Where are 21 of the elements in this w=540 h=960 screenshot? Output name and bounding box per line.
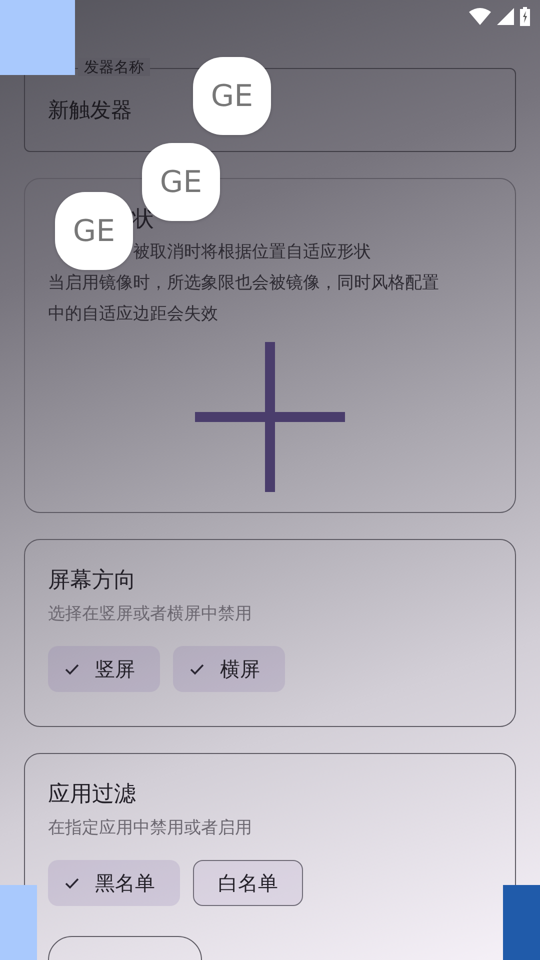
field-label: 发器名称 [78, 58, 150, 76]
check-icon [190, 664, 204, 674]
card-title: 应用过滤 [48, 781, 137, 809]
plus-icon [195, 342, 345, 492]
floating-button[interactable]: GE [193, 57, 271, 135]
card-description: 被取消时将根据位置自适应形状 [133, 241, 371, 264]
check-icon [65, 878, 79, 888]
filter-chip[interactable]: 竖屏 [48, 646, 160, 692]
filter-chip[interactable]: 横屏 [173, 646, 285, 692]
signal-icon [497, 8, 514, 25]
filter-chip[interactable]: 黑名单 [48, 860, 180, 906]
wifi-icon [469, 8, 491, 25]
battery-icon [520, 7, 530, 26]
floating-button[interactable]: GE [55, 192, 133, 270]
check-icon [65, 664, 79, 674]
card-description: 中的自适应边距会失效 [48, 303, 219, 326]
card-title: 屏幕方向 [48, 567, 137, 595]
filter-chip[interactable]: 白名单 [193, 860, 303, 906]
card-description: 在指定应用中禁用或者启用 [48, 817, 253, 840]
card-description: 当启用镜像时，所选象限也会被镜像，同时风格配置 [48, 272, 440, 295]
card-description: 选择在竖屏或者横屏中禁用 [48, 603, 253, 626]
